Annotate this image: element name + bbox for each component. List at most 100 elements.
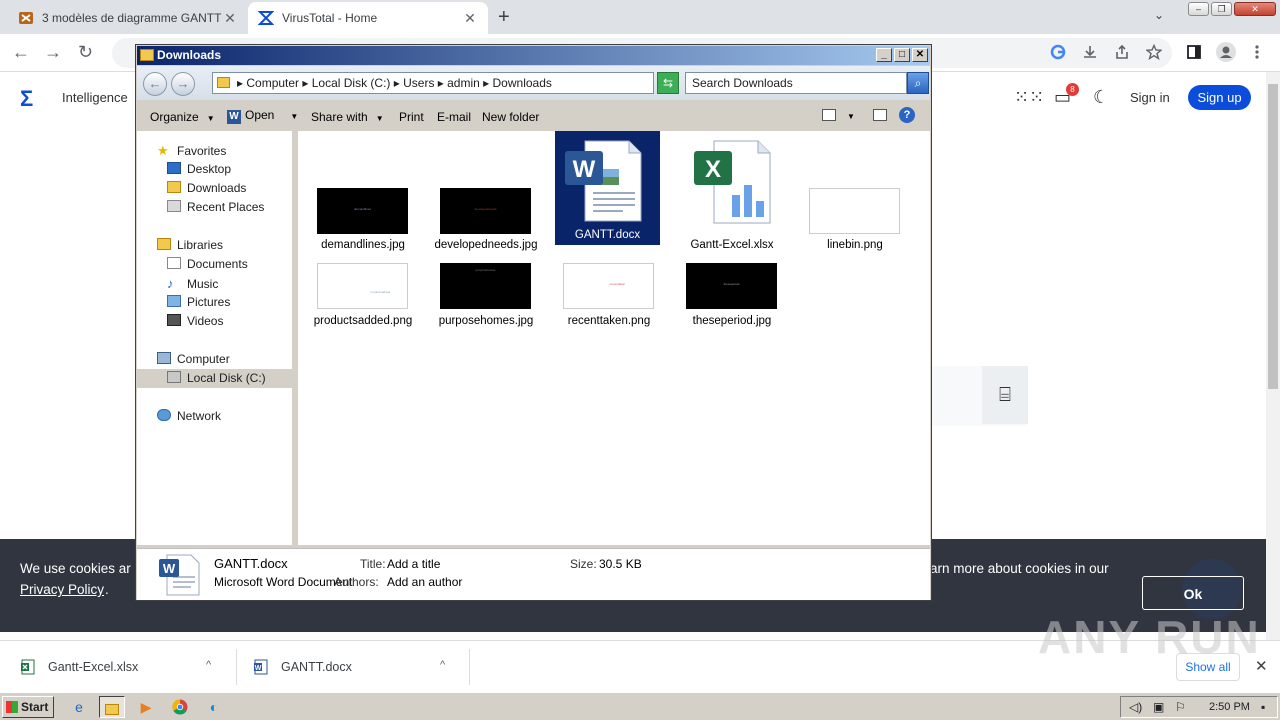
menu-icon[interactable]	[1254, 44, 1260, 60]
tab-virustotal[interactable]: VirusTotal - Home ✕	[248, 2, 488, 34]
media-player-icon[interactable]: ▶	[133, 696, 159, 718]
chevron-down-icon[interactable]: ▼	[847, 112, 855, 121]
organize-menu[interactable]: Organize ▼	[150, 110, 215, 124]
file-item[interactable]: developedneeds developedneeds.jpg	[432, 139, 540, 259]
back-button[interactable]: ←	[143, 72, 167, 96]
minimize-button[interactable]: ‒	[1188, 2, 1209, 16]
maximize-button[interactable]: □	[894, 48, 910, 62]
download-icon[interactable]	[1082, 44, 1098, 60]
network-tray-icon[interactable]: ▣	[1153, 700, 1164, 714]
forward-button[interactable]: →	[171, 72, 195, 96]
new-tab-button[interactable]: +	[498, 6, 510, 29]
nav-label: Videos	[187, 314, 224, 328]
volume-icon[interactable]: ◁)	[1129, 700, 1142, 714]
file-item[interactable]: theseperiod theseperiod.jpg	[678, 263, 786, 333]
profile-icon[interactable]	[1216, 42, 1236, 62]
reload-button[interactable]: ↻	[78, 42, 93, 63]
address-bar[interactable]: ▸ Computer ▸ Local Disk (C:) ▸ Users ▸ a…	[212, 72, 726, 94]
edge-icon[interactable]: ◐	[201, 696, 227, 718]
tab-title: 3 modèles de diagramme GANTT vier	[42, 11, 222, 25]
minimize-button[interactable]: _	[876, 48, 892, 62]
svg-text:W: W	[255, 665, 262, 672]
forward-button[interactable]: →	[44, 42, 62, 63]
nav-label: Documents	[187, 257, 248, 271]
preview-pane-icon[interactable]	[873, 109, 887, 121]
share-with-label: Share with	[311, 110, 368, 124]
sign-in-link[interactable]: Sign in	[1130, 90, 1170, 105]
file-item[interactable]: demandlines demandlines.jpg	[309, 139, 417, 259]
restore-button[interactable]: ❐	[1211, 2, 1232, 16]
tab-close-icon[interactable]: ✕	[222, 10, 238, 27]
videos-icon	[167, 314, 181, 326]
notifications-badge: 8	[1066, 83, 1079, 96]
chrome-icon[interactable]	[167, 696, 193, 718]
email-button[interactable]: E-mail	[437, 110, 471, 124]
nav-libraries[interactable]: Libraries	[157, 236, 312, 255]
share-with-menu[interactable]: Share with ▼	[311, 110, 384, 124]
cookie-ok-button[interactable]: Ok	[1142, 576, 1244, 610]
start-button[interactable]: Start	[2, 696, 54, 718]
file-item[interactable]: X Gantt-Excel.xlsx	[678, 139, 786, 259]
chevron-up-icon[interactable]: ^	[206, 659, 211, 671]
privacy-policy-link[interactable]: Privacy Policy	[20, 582, 104, 597]
detail-file-name: GANTT.docx	[214, 556, 288, 571]
back-button[interactable]: ←	[12, 42, 30, 63]
refresh-icon[interactable]: ⇆	[657, 72, 679, 94]
tab-search-icon[interactable]: ⌄	[1154, 8, 1164, 22]
search-input[interactable]: Search Downloads	[685, 72, 907, 94]
nav-network[interactable]: Network	[157, 407, 312, 426]
sign-up-button[interactable]: Sign up	[1188, 85, 1251, 110]
search-options-icon[interactable]: ⌸	[982, 366, 1028, 424]
sidebar-icon[interactable]	[1186, 44, 1202, 60]
virustotal-logo-icon[interactable]: Σ	[20, 86, 33, 112]
ie-icon[interactable]: e	[66, 696, 92, 718]
download-item-word[interactable]: W GANTT.docx	[253, 649, 352, 685]
intelligence-menu[interactable]: Intelligence	[62, 90, 128, 105]
nav-computer[interactable]: Computer	[157, 350, 312, 369]
help-icon[interactable]: ?	[899, 107, 915, 123]
browser-tab-strip: 3 modèles de diagramme GANTT vier ✕ Viru…	[0, 0, 1280, 34]
desktop-icon	[167, 162, 181, 174]
file-name: linebin.png	[827, 239, 883, 251]
close-button[interactable]: ✕	[912, 48, 928, 62]
address-row: ← → ▸ Computer ▸ Local Disk (C:) ▸ Users…	[137, 66, 930, 100]
chevron-down-icon: ▼	[290, 112, 299, 121]
scrollbar-thumb[interactable]	[1268, 84, 1278, 389]
nav-favorites[interactable]: ★ Favorites	[157, 141, 312, 160]
explorer-icon[interactable]	[99, 696, 125, 718]
detail-title-value[interactable]: Add a title	[387, 557, 440, 571]
show-desktop-icon[interactable]: ▪	[1261, 700, 1265, 714]
tab-gantt-templates[interactable]: 3 modèles de diagramme GANTT vier ✕	[8, 2, 248, 34]
file-name: Gantt-Excel.xlsx	[690, 239, 774, 251]
flag-icon[interactable]: ⚐	[1175, 700, 1186, 714]
print-button[interactable]: Print	[399, 110, 424, 124]
nav-local-disk[interactable]: Local Disk (C:)	[137, 369, 292, 388]
nav-label: Downloads	[187, 181, 247, 195]
svg-text:W: W	[573, 156, 596, 183]
file-item[interactable]: productsadded productsadded.png	[309, 263, 417, 333]
new-folder-button[interactable]: New folder	[482, 110, 539, 124]
share-icon[interactable]	[1114, 44, 1130, 60]
file-item[interactable]: recenttaken recenttaken.png	[555, 263, 663, 333]
file-item[interactable]: linebin.png	[801, 139, 909, 259]
search-icon[interactable]: ⌕	[907, 72, 929, 94]
file-item[interactable]: purposehomes purposehomes.jpg	[432, 263, 540, 333]
divider	[469, 649, 470, 685]
detail-authors-value[interactable]: Add an author	[387, 575, 462, 589]
cookie-period: .	[105, 582, 109, 597]
chevron-up-icon[interactable]: ^	[440, 659, 445, 671]
page-scrollbar[interactable]	[1266, 72, 1280, 640]
folder-icon	[140, 49, 154, 61]
explorer-titlebar[interactable]: Downloads _ □ ✕	[137, 46, 930, 65]
google-icon[interactable]	[1050, 44, 1066, 60]
file-name: purposehomes.jpg	[438, 315, 534, 327]
apps-grid-icon[interactable]: ⁙⁙	[1014, 87, 1044, 108]
download-item-excel[interactable]: Gantt-Excel.xlsx	[20, 649, 138, 685]
open-menu[interactable]: W Open ▼	[227, 108, 298, 124]
dark-mode-icon[interactable]: ☾	[1093, 87, 1109, 108]
star-icon[interactable]	[1146, 44, 1162, 60]
file-item-selected[interactable]: W GANTT.docx	[555, 131, 660, 245]
close-button[interactable]: ✕	[1234, 2, 1276, 16]
change-view-icon[interactable]	[822, 109, 836, 121]
tab-close-icon[interactable]: ✕	[462, 10, 478, 27]
